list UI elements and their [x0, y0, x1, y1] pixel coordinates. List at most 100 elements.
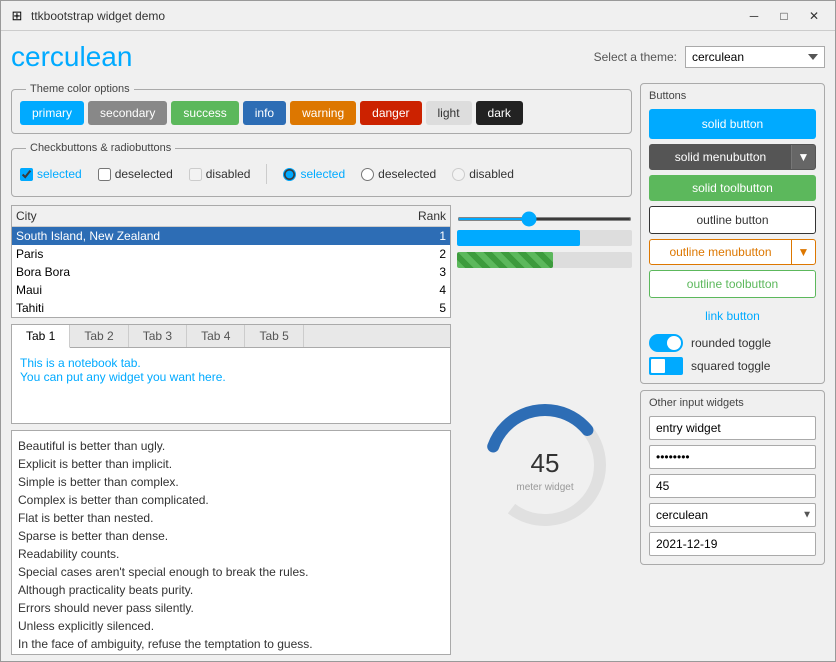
- svg-text:meter widget: meter widget: [516, 482, 573, 493]
- list-item: Readability counts.: [18, 545, 444, 563]
- radio-selected: selected: [283, 167, 345, 181]
- tab-5[interactable]: Tab 5: [245, 325, 303, 347]
- input-widgets-group: Other input widgets ▲ ▼ cerculean dar: [640, 390, 825, 565]
- combobox-wrapper: cerculean darkly flatly ▼: [649, 503, 816, 527]
- outline-menubutton-arrow[interactable]: ▼: [791, 240, 815, 264]
- check-deselected-label: deselected: [115, 167, 173, 181]
- notebook: Tab 1 Tab 2 Tab 3 Tab 4 Tab 5 This is a …: [11, 324, 451, 424]
- window-controls: ─ □ ✕: [741, 6, 827, 26]
- tab-1[interactable]: Tab 1: [12, 325, 70, 348]
- table-row[interactable]: Maui 4: [12, 281, 450, 299]
- maximize-button[interactable]: □: [771, 6, 797, 26]
- outline-menubutton[interactable]: outline menubutton ▼: [649, 239, 816, 265]
- list-item: Complex is better than complicated.: [18, 491, 444, 509]
- solid-menubutton[interactable]: solid menubutton ▼: [649, 144, 816, 170]
- table-row[interactable]: South Island, New Zealand 1: [12, 227, 450, 245]
- table-row[interactable]: Bora Bora 3: [12, 263, 450, 281]
- list-item: Flat is better than nested.: [18, 509, 444, 527]
- slider-container: [457, 205, 632, 224]
- squared-toggle-thumb: [651, 359, 665, 373]
- theme-select-label: Select a theme:: [594, 50, 677, 64]
- password-input[interactable]: [649, 445, 816, 469]
- outline-toolbutton[interactable]: outline toolbutton: [649, 270, 816, 298]
- theme-colors-legend: Theme color options: [26, 83, 134, 95]
- buttons-legend: Buttons: [649, 90, 816, 102]
- titlebar: ⊞ ttkbootstrap widget demo ─ □ ✕: [1, 1, 835, 31]
- light-btn[interactable]: light: [426, 101, 472, 125]
- outline-menubutton-label: outline menubutton: [650, 240, 791, 264]
- solid-menubutton-arrow[interactable]: ▼: [791, 145, 815, 169]
- listbox-rank-header: Rank: [386, 209, 446, 223]
- tab-2[interactable]: Tab 2: [70, 325, 128, 347]
- meter-container: 45 meter widget: [457, 274, 632, 655]
- city-cell: Maui: [16, 283, 386, 297]
- dark-btn[interactable]: dark: [476, 101, 523, 125]
- color-buttons-row: primary secondary success info warning d…: [20, 101, 623, 125]
- squared-toggle[interactable]: [649, 357, 683, 375]
- check-deselected-input[interactable]: [98, 168, 111, 181]
- list-item: Although practicality beats purity.: [18, 581, 444, 599]
- list-item: Special cases aren't special enough to b…: [18, 563, 444, 581]
- content-area: cerculean Select a theme: cerculean dark…: [1, 31, 835, 661]
- spinbox: ▲ ▼: [649, 474, 816, 498]
- spinbox-input[interactable]: [650, 475, 816, 497]
- entry-input[interactable]: [649, 416, 816, 440]
- toggle-track: [649, 334, 683, 352]
- solid-button[interactable]: solid button: [649, 109, 816, 139]
- rank-cell: 3: [386, 265, 446, 279]
- list-item: Explicit is better than implicit.: [18, 455, 444, 473]
- date-input-row: 📅: [649, 532, 816, 556]
- rounded-toggle[interactable]: [649, 334, 683, 352]
- danger-btn[interactable]: danger: [360, 101, 421, 125]
- horizontal-slider[interactable]: [457, 217, 632, 221]
- city-cell: Bora Bora: [16, 265, 386, 279]
- warning-btn[interactable]: warning: [290, 101, 356, 125]
- left-mid: City Rank South Island, New Zealand 1 Pa…: [11, 205, 451, 655]
- input-widgets-legend: Other input widgets: [649, 397, 816, 409]
- squared-toggle-row: squared toggle: [649, 357, 816, 375]
- radio-selected-label: selected: [300, 167, 345, 181]
- outline-button[interactable]: outline button: [649, 206, 816, 234]
- check-selected-label: selected: [37, 167, 82, 181]
- table-row[interactable]: Paris 2: [12, 245, 450, 263]
- success-btn[interactable]: success: [171, 101, 238, 125]
- tab-4[interactable]: Tab 4: [187, 325, 245, 347]
- list-item: In the face of ambiguity, refuse the tem…: [18, 635, 444, 653]
- table-row[interactable]: Tahiti 5: [12, 299, 450, 317]
- city-cell: Paris: [16, 247, 386, 261]
- secondary-btn[interactable]: secondary: [88, 101, 167, 125]
- combobox[interactable]: cerculean darkly flatly: [649, 503, 816, 527]
- check-radio-row: selected deselected disabled: [20, 160, 623, 188]
- theme-select-dropdown[interactable]: cerculean darkly flatly lumen minty: [685, 46, 825, 68]
- tab-3[interactable]: Tab 3: [129, 325, 187, 347]
- listbox: City Rank South Island, New Zealand 1 Pa…: [11, 205, 451, 318]
- list-item: Beautiful is better than ugly.: [18, 437, 444, 455]
- tab-content: This is a notebook tab. You can put any …: [12, 348, 450, 392]
- check-selected-input[interactable]: [20, 168, 33, 181]
- toggle-thumb: [667, 336, 681, 350]
- mid-section: City Rank South Island, New Zealand 1 Pa…: [11, 205, 632, 655]
- theme-colors-group: Theme color options primary secondary su…: [11, 83, 632, 134]
- radio-deselected: deselected: [361, 167, 436, 181]
- link-button[interactable]: link button: [649, 303, 816, 329]
- solid-toolbutton[interactable]: solid toolbutton: [649, 175, 816, 201]
- date-input[interactable]: [650, 533, 816, 555]
- rounded-toggle-row: rounded toggle: [649, 334, 816, 352]
- listbox-header: City Rank: [12, 206, 450, 227]
- minimize-button[interactable]: ─: [741, 6, 767, 26]
- info-btn[interactable]: info: [243, 101, 286, 125]
- text-widget[interactable]: Beautiful is better than ugly. Explicit …: [11, 430, 451, 655]
- progress-bar-1: [457, 230, 632, 246]
- left-column: Theme color options primary secondary su…: [11, 83, 632, 655]
- radio-selected-input[interactable]: [283, 168, 296, 181]
- close-button[interactable]: ✕: [801, 6, 827, 26]
- right-mid: 45 meter widget: [457, 205, 632, 655]
- radio-deselected-input[interactable]: [361, 168, 374, 181]
- list-item: Simple is better than complex.: [18, 473, 444, 491]
- city-cell: South Island, New Zealand: [16, 229, 386, 243]
- check-disabled: disabled: [189, 167, 251, 181]
- app-title: cerculean: [11, 41, 594, 73]
- primary-btn[interactable]: primary: [20, 101, 84, 125]
- meter-svg: 45 meter widget: [480, 400, 610, 530]
- list-item: Sparse is better than dense.: [18, 527, 444, 545]
